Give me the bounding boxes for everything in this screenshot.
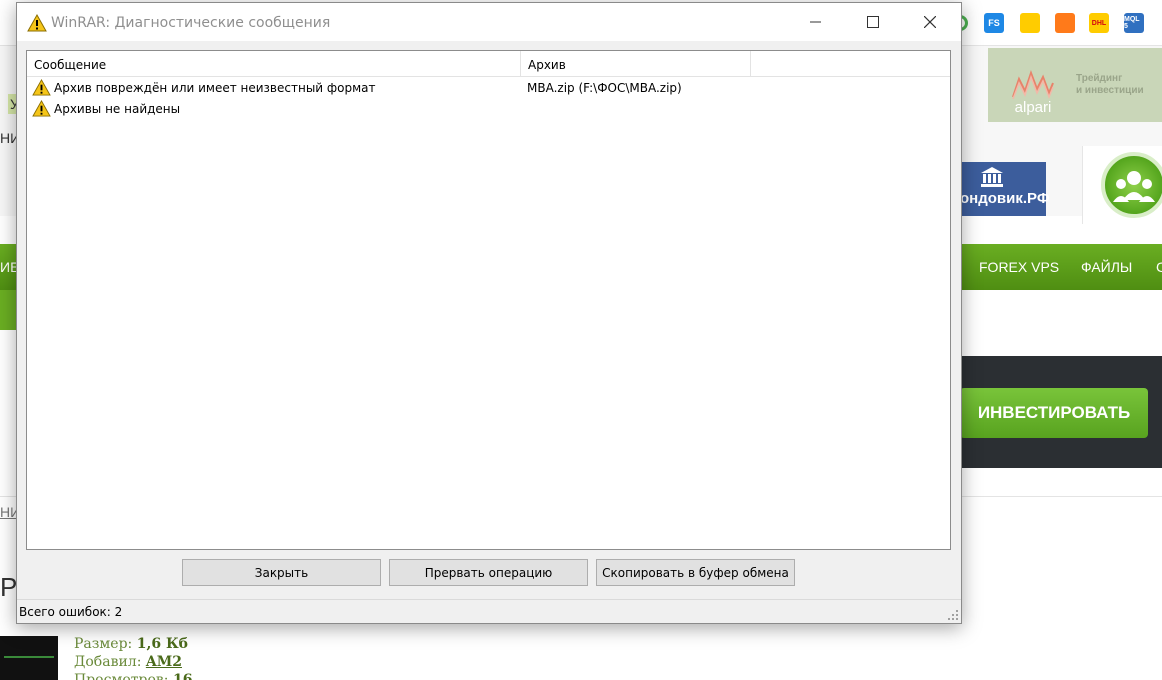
title-bar[interactable]: WinRAR: Диагностические сообщения	[17, 3, 961, 41]
message-list[interactable]: Сообщение Архив Архив повреждён или имее…	[26, 50, 951, 550]
added-value[interactable]: AM2	[146, 654, 182, 670]
alpari-tagline: Трейдинг	[1076, 73, 1123, 84]
winrar-diagnostic-dialog: WinRAR: Диагностические сообщения Сообще…	[16, 2, 962, 624]
warning-icon	[27, 14, 47, 32]
row-message: Архив повреждён или имеет неизвестный фо…	[54, 81, 376, 95]
list-row[interactable]: Архив повреждён или имеет неизвестный фо…	[27, 77, 950, 98]
bank-icon	[981, 167, 1003, 187]
views-label: Просмотров:	[74, 672, 169, 680]
orange-target-icon[interactable]	[1055, 13, 1075, 33]
close-button[interactable]: Закрыть	[182, 559, 381, 586]
minimize-button[interactable]	[787, 3, 845, 41]
added-label: Добавил:	[74, 654, 142, 670]
size-value: 1,6 Кб	[136, 636, 189, 652]
file-thumbnail[interactable]	[0, 636, 58, 680]
community-banner[interactable]	[1082, 146, 1162, 224]
resize-grip-icon[interactable]	[947, 609, 959, 621]
alpari-name: alpari	[1014, 99, 1052, 116]
maximize-button[interactable]	[844, 3, 902, 41]
alpari-tagline: и инвестиции	[1076, 85, 1144, 96]
alpari-logo: alpari	[1002, 54, 1064, 116]
alpari-banner[interactable]: alpari Трейдинг и инвестиции	[988, 48, 1162, 122]
mql5-icon[interactable]: MQL 5	[1124, 13, 1144, 33]
row-archive: MBA.zip (F:\ФОС\MBA.zip)	[527, 81, 682, 95]
maximize-icon	[867, 16, 879, 28]
row-message: Архивы не найдены	[54, 102, 181, 116]
fondovik-label: ондовик.РФ	[960, 190, 1050, 207]
list-header: Сообщение Архив	[27, 51, 950, 77]
copy-to-clipboard-button[interactable]: Скопировать в буфер обмена	[596, 559, 795, 586]
column-header-archive[interactable]: Архив	[521, 51, 751, 77]
list-row[interactable]: Архивы не найдены	[27, 98, 950, 119]
community-people-icon	[1101, 152, 1162, 218]
yellow-chat-icon[interactable]	[1020, 13, 1040, 33]
warning-icon	[32, 79, 51, 96]
column-header-message[interactable]: Сообщение	[27, 51, 521, 77]
dhl-icon[interactable]: DHL	[1089, 13, 1109, 33]
abort-operation-button[interactable]: Прервать операцию	[389, 559, 588, 586]
size-label: Размер:	[74, 636, 133, 652]
file-size-line: Размер: 1,6 Кб	[74, 636, 188, 652]
fs-icon[interactable]: FS	[984, 13, 1004, 33]
nav-item-forex-vps[interactable]: FOREX VPS	[979, 259, 1059, 275]
fondovik-banner[interactable]: ондовик.РФ	[958, 162, 1050, 216]
close-icon	[924, 16, 936, 28]
dialog-title: WinRAR: Диагностические сообщения	[51, 15, 331, 31]
nav-item-files[interactable]: ФАЙЛЫ	[1081, 259, 1132, 275]
minimize-icon	[810, 21, 821, 23]
warning-icon	[32, 100, 51, 117]
status-bar: Всего ошибок: 2	[17, 599, 961, 623]
file-views-line: Просмотров: 16	[74, 672, 192, 680]
close-window-button[interactable]	[901, 3, 959, 41]
file-added-line: Добавил: AM2	[74, 654, 182, 670]
error-count: Всего ошибок: 2	[19, 605, 123, 619]
invest-button[interactable]: ИНВЕСТИРОВАТЬ	[960, 388, 1148, 438]
nav-item[interactable]: С	[1156, 259, 1162, 275]
alpari-wave-icon	[1012, 70, 1054, 99]
views-value: 16	[172, 672, 193, 680]
